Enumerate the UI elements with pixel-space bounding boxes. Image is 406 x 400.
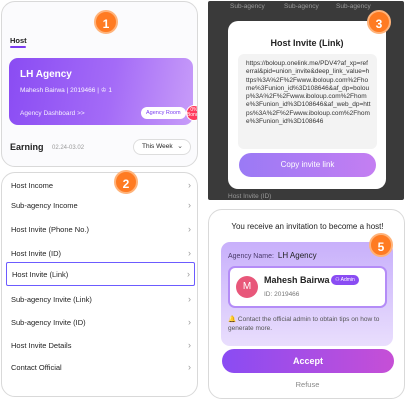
menu-item-host-invite-phone[interactable]: Host Invite (Phone No.) › bbox=[2, 217, 197, 243]
tab-host[interactable]: Host bbox=[10, 36, 27, 45]
agency-room-button[interactable]: Agency Room bbox=[141, 107, 186, 119]
invite-link-text[interactable]: https://boloup.onelink.me/PDV4?af_xp=ref… bbox=[238, 54, 377, 149]
admin-badge-label: Admin bbox=[340, 277, 355, 283]
menu-item-label: Host Invite (ID) bbox=[11, 249, 62, 258]
menu-item-label: Contact Official bbox=[11, 363, 62, 372]
accept-button[interactable]: Accept bbox=[222, 349, 394, 373]
step-badge-2: 2 bbox=[114, 170, 138, 194]
invitation-card: Agency Name: LH Agency M Mahesh Bairwa ⚇ … bbox=[221, 242, 393, 346]
menu-item-label: Host Invite Details bbox=[11, 341, 72, 350]
chevron-right-icon: › bbox=[188, 340, 191, 350]
bg-label: Sub-agency bbox=[336, 3, 371, 10]
agency-name-label: Agency Name: bbox=[228, 253, 274, 260]
menu-item-contact-official[interactable]: Contact Official › bbox=[2, 355, 197, 381]
period-select[interactable]: This Week ⌄ bbox=[133, 139, 191, 155]
agency-card: LH Agency Mahesh Bairwa | 2019466 | ♔ 1 … bbox=[9, 58, 197, 125]
menu-item-label: Sub-agency Invite (Link) bbox=[11, 295, 92, 304]
chevron-right-icon: › bbox=[188, 224, 191, 234]
menu-item-host-invite-link[interactable]: Host Invite (Link) › bbox=[6, 262, 195, 286]
inviter-name: Mahesh Bairwa bbox=[264, 275, 330, 285]
earning-label: Earning bbox=[10, 142, 44, 152]
bg-label: Sub-agency bbox=[230, 3, 265, 10]
invitation-heading: You receive an invitation to become a ho… bbox=[231, 222, 384, 231]
refuse-button[interactable]: Refuse bbox=[209, 380, 404, 389]
step-badge-3: 3 bbox=[367, 10, 391, 34]
chevron-down-icon: ⌄ bbox=[177, 143, 183, 150]
avatar: M bbox=[236, 276, 258, 298]
agency-meta: Mahesh Bairwa | 2019466 | ♔ 1 bbox=[20, 87, 112, 94]
step-badge-1: 1 bbox=[94, 10, 118, 34]
chevron-right-icon: › bbox=[188, 362, 191, 372]
menu-item-sub-agency-income[interactable]: Sub-agency Income › bbox=[2, 193, 197, 219]
chevron-right-icon: › bbox=[188, 200, 191, 210]
bg-label: Sub-agency bbox=[284, 3, 319, 10]
chevron-right-icon: › bbox=[188, 248, 191, 258]
bg-label: Host Invite (ID) bbox=[228, 193, 272, 200]
earning-date-range: 02.24-03.02 bbox=[52, 145, 85, 151]
agency-dashboard-link[interactable]: Agency Dashboard >> bbox=[20, 110, 85, 117]
inviter-card: M Mahesh Bairwa ⚇ Admin ID: 2019466 bbox=[228, 266, 387, 308]
step-badge-5: 5 bbox=[369, 233, 393, 257]
menu-item-label: Sub-agency Income bbox=[11, 201, 78, 210]
agency-name: LH Agency bbox=[20, 69, 72, 80]
bonus-percent-badge: 0% Bonus bbox=[186, 105, 197, 121]
invite-link-modal: Host Invite (Link) https://boloup.onelin… bbox=[228, 21, 386, 189]
chevron-right-icon: › bbox=[188, 317, 191, 327]
menu-item-label: Host Invite (Link) bbox=[12, 270, 69, 279]
invitation-hint: 🔔 Contact the official admin to obtain t… bbox=[228, 316, 380, 332]
menu-item-label: Host Invite (Phone No.) bbox=[11, 225, 89, 234]
copy-link-button[interactable]: Copy invite link bbox=[239, 153, 376, 177]
agency-name-value: LH Agency bbox=[277, 251, 317, 260]
menu-item-label: Host Income bbox=[11, 181, 54, 190]
chevron-right-icon: › bbox=[188, 180, 191, 190]
agency-name-row: Agency Name: LH Agency bbox=[228, 251, 317, 260]
inviter-id: ID: 2019466 bbox=[264, 291, 300, 298]
chevron-right-icon: › bbox=[188, 294, 191, 304]
admin-badge: ⚇ Admin bbox=[331, 275, 359, 285]
menu-item-label: Sub-agency Invite (ID) bbox=[11, 318, 86, 327]
modal-title: Host Invite (Link) bbox=[270, 38, 344, 48]
period-select-value: This Week bbox=[142, 143, 173, 150]
host-menu-panel: Host Income › Sub-agency Income › Host I… bbox=[1, 172, 198, 397]
tab-active-indicator bbox=[10, 46, 26, 48]
chevron-right-icon: › bbox=[187, 269, 190, 279]
